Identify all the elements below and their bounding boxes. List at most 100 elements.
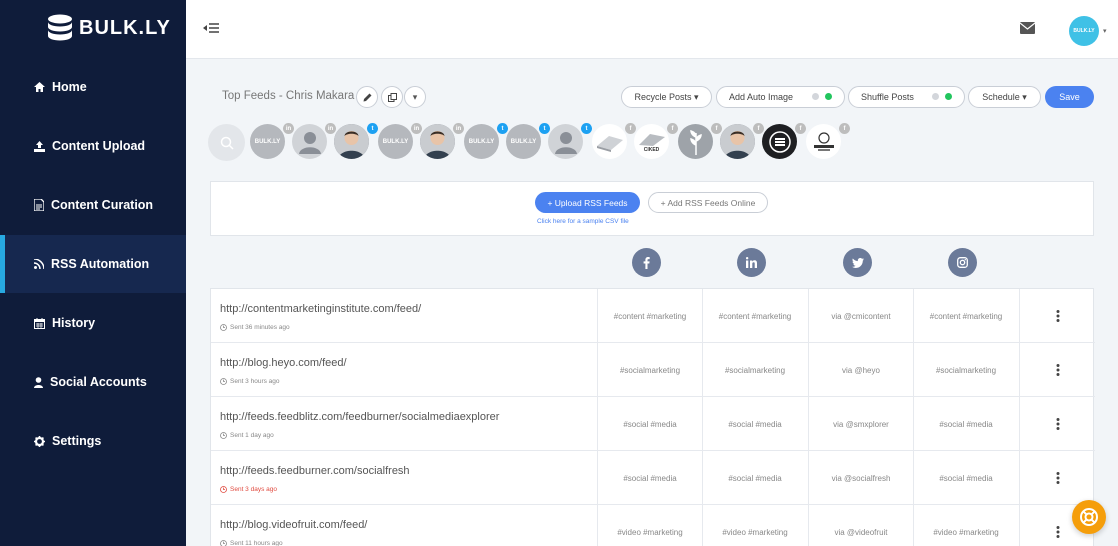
table-row: http://blog.videofruit.com/feed/Sent 11 … (211, 505, 1095, 546)
feed-url[interactable]: http://feeds.feedblitz.com/feedburner/so… (220, 411, 499, 423)
account-avatar[interactable]: in (420, 123, 464, 159)
hashtag-cell-fb[interactable]: #socialmarketing (597, 343, 702, 397)
user-avatar[interactable]: BULK.LY (1069, 16, 1099, 46)
sidebar-item-home[interactable]: Home (0, 58, 186, 116)
sidebar-item-social-accounts[interactable]: Social Accounts (0, 353, 186, 411)
hashtag-cell-ig[interactable]: #socialmarketing (913, 343, 1018, 397)
table-row: http://contentmarketinginstitute.com/fee… (211, 289, 1095, 343)
help-chat-button[interactable] (1072, 500, 1106, 534)
save-button[interactable]: Save (1045, 86, 1094, 108)
account-avatar[interactable]: CIKED f (634, 123, 678, 159)
sent-status: Sent 3 days ago (220, 486, 277, 493)
hashtag-cell-li[interactable]: #content #marketing (702, 289, 807, 343)
hashtag-cell-tw[interactable]: via @heyo (808, 343, 913, 397)
twitter-badge-icon: t (367, 123, 378, 134)
sample-csv-link[interactable]: Click here for a sample CSV file (537, 218, 629, 225)
brand-logo-image (813, 131, 834, 151)
hashtag-cell-tw[interactable]: via @socialfresh (808, 451, 913, 505)
add-rss-feeds-online-button[interactable]: + Add RSS Feeds Online (648, 192, 768, 213)
avatar-text: BULK.LY (1073, 28, 1095, 34)
row-menu-button[interactable] (1019, 289, 1095, 343)
account-avatar[interactable]: f (806, 123, 850, 159)
edit-button[interactable] (356, 86, 378, 108)
hashtag-cell-ig[interactable]: #social #media (913, 451, 1018, 505)
account-search-button[interactable] (208, 124, 245, 161)
row-menu-button[interactable] (1019, 451, 1095, 505)
facebook-badge-icon: f (795, 123, 806, 134)
hashtag-cell-fb[interactable]: #social #media (597, 397, 702, 451)
hashtag-cell-fb[interactable]: #video #marketing (597, 505, 702, 546)
upload-label: + Upload RSS Feeds (547, 197, 628, 208)
account-avatar[interactable]: t (548, 123, 592, 159)
hashtag-cell-tw[interactable]: via @smxplorer (808, 397, 913, 451)
hashtag-cell-fb[interactable]: #social #media (597, 451, 702, 505)
instagram-icon (957, 257, 968, 268)
facebook-badge-icon: f (667, 123, 678, 134)
lifebuoy-icon (1080, 508, 1098, 526)
feed-url[interactable]: http://blog.heyo.com/feed/ (220, 357, 347, 369)
account-avatar[interactable]: BULK.LY t (464, 123, 508, 159)
sidebar-item-settings[interactable]: Settings (0, 412, 186, 470)
bulkly-logo: BULK.LY (510, 138, 537, 145)
row-menu-button[interactable] (1019, 343, 1095, 397)
account-avatar[interactable]: BULK.LY in (378, 123, 422, 159)
sidebar-item-content-curation[interactable]: Content Curation (0, 176, 186, 234)
sent-status: Sent 11 hours ago (220, 540, 283, 546)
hashtag-cell-ig[interactable]: #video #marketing (913, 505, 1018, 546)
recycle-posts-dropdown[interactable]: Recycle Posts ▾ (621, 86, 712, 108)
brand-name: BULK.LY (79, 16, 171, 39)
account-avatar[interactable]: f (678, 123, 722, 159)
feed-url[interactable]: http://blog.videofruit.com/feed/ (220, 519, 367, 531)
duplicate-button[interactable] (381, 86, 403, 108)
hashtag-cell-tw[interactable]: via @videofruit (808, 505, 913, 546)
toggle-on-dot (825, 93, 832, 100)
plant-logo (689, 129, 702, 155)
hashtag-cell-tw[interactable]: via @cmicontent (808, 289, 913, 343)
brand-logo[interactable]: BULK.LY (47, 14, 171, 42)
hashtag-cell-li[interactable]: #social #media (702, 451, 807, 505)
profile-photo (420, 124, 455, 159)
mail-icon[interactable] (1020, 22, 1035, 34)
hashtag-cell-ig[interactable]: #social #media (913, 397, 1018, 451)
account-avatar[interactable]: t (334, 123, 378, 159)
upload-panel: + Upload RSS Feeds + Add RSS Feeds Onlin… (210, 181, 1094, 236)
hashtag-cell-li[interactable]: #video #marketing (702, 505, 807, 546)
hashtag-cell-ig[interactable]: #content #marketing (913, 289, 1018, 343)
hashtag-cell-li[interactable]: #socialmarketing (702, 343, 807, 397)
account-avatar[interactable]: BULK.LY in (250, 123, 294, 159)
search-icon (220, 136, 234, 150)
sidebar-item-history[interactable]: History (0, 294, 186, 352)
more-vertical-icon (1056, 526, 1059, 538)
sidebar-item-label: RSS Automation (51, 257, 150, 271)
schedule-dropdown[interactable]: Schedule ▾ (968, 86, 1041, 108)
more-vertical-icon (1056, 310, 1059, 322)
linkedin-badge-icon: in (411, 123, 422, 134)
account-avatar[interactable]: in (292, 123, 336, 159)
more-vertical-icon (1056, 364, 1059, 376)
feed-url[interactable]: http://contentmarketinginstitute.com/fee… (220, 303, 421, 315)
hashtag-cell-li[interactable]: #social #media (702, 397, 807, 451)
account-avatar[interactable]: f (720, 123, 764, 159)
add-auto-image-label: Add Auto Image (729, 92, 794, 102)
facebook-badge-icon: f (839, 123, 850, 134)
hashtag-cell-fb[interactable]: #content #marketing (597, 289, 702, 343)
chevron-down-icon[interactable]: ▾ (1103, 27, 1107, 35)
twitter-badge-icon: t (497, 123, 508, 134)
rss-icon (34, 259, 44, 269)
collapse-sidebar-icon[interactable] (203, 22, 219, 34)
linkedin-badge-icon: in (325, 123, 336, 134)
shuffle-posts-toggle[interactable]: Shuffle Posts (848, 86, 965, 108)
save-label: Save (1059, 92, 1080, 102)
row-menu-button[interactable] (1019, 397, 1095, 451)
sidebar-item-content-upload[interactable]: Content Upload (0, 117, 186, 175)
user-icon (298, 131, 321, 154)
more-options-button[interactable]: ▾ (404, 86, 426, 108)
account-avatar[interactable]: f (592, 123, 636, 159)
account-avatar[interactable]: f (762, 123, 806, 159)
sidebar-item-rss-automation[interactable]: RSS Automation (0, 235, 186, 293)
add-auto-image-toggle[interactable]: Add Auto Image (716, 86, 845, 108)
sent-text: Sent 3 hours ago (230, 378, 280, 385)
feed-url[interactable]: http://feeds.feedburner.com/socialfresh (220, 465, 410, 477)
upload-rss-feeds-button[interactable]: + Upload RSS Feeds (535, 192, 640, 213)
account-avatar[interactable]: BULK.LY t (506, 123, 550, 159)
